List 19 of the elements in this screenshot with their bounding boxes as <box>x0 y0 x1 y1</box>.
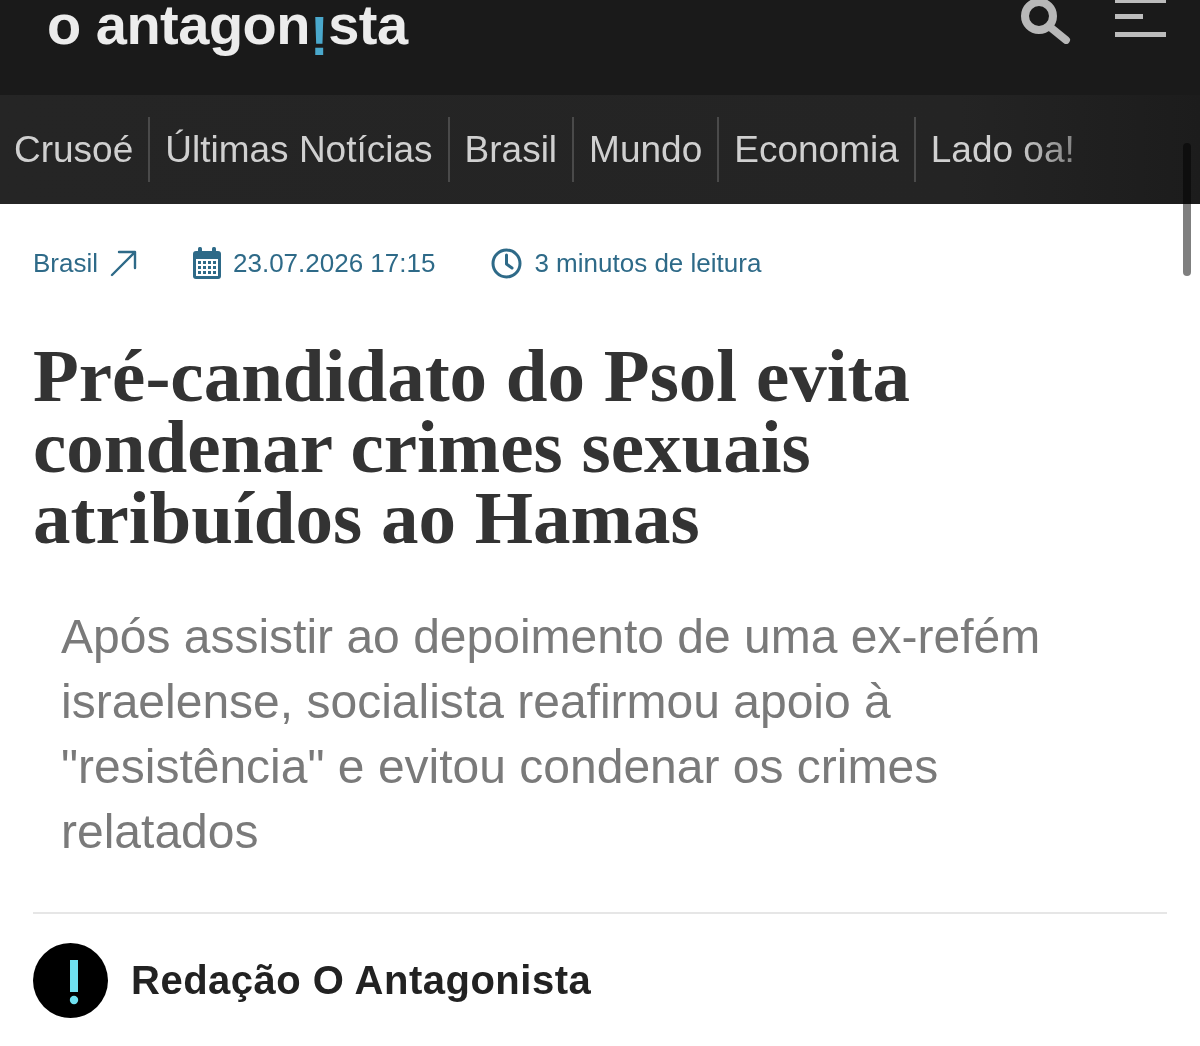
reading-time: 3 minutos de leitura <box>534 247 762 279</box>
clock-icon <box>491 247 523 279</box>
nav-link[interactable]: Crusoé <box>14 117 149 182</box>
calendar-icon <box>193 247 221 279</box>
nav-link[interactable]: Últimas Notícias <box>148 117 448 182</box>
nav-link[interactable]: Brasil <box>447 117 573 182</box>
nav-link[interactable]: Economia <box>717 117 914 182</box>
search-icon[interactable] <box>1018 0 1072 44</box>
nav-link[interactable]: Lado oa! <box>913 117 1090 182</box>
scrollbar-thumb[interactable] <box>1183 143 1191 276</box>
article-headline: Pré-candidato do Psol evita condenar crimes sexuais atribuídos ao Hamas <box>33 340 911 553</box>
menu-icon[interactable] <box>1115 0 1166 37</box>
exclamation-avatar-icon <box>33 943 108 1018</box>
publish-date: 23.07.2026 17:15 <box>233 247 436 279</box>
author-name[interactable]: Redação O Antagonista <box>131 958 592 1003</box>
category-link[interactable]: Brasil <box>33 247 137 279</box>
nav-link[interactable]: Mundo <box>572 117 718 182</box>
arrow-up-right-icon <box>110 249 137 277</box>
article-subtitle: Após assistir ao depoimento de uma ex-refém israelense, socialista reafirmou apoio à "resistência" e evitou condenar os crimes relatados <box>60 609 1042 860</box>
